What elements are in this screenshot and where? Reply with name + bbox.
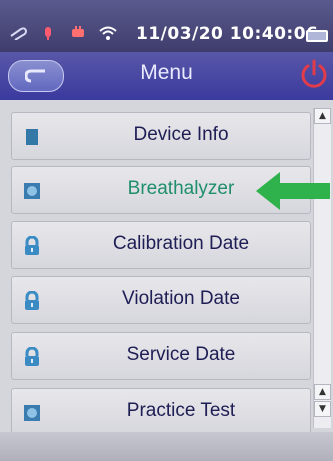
status-icons bbox=[8, 26, 118, 40]
status-bar: 11/03/20 10:40:06 bbox=[0, 0, 333, 52]
menu-item-service-date[interactable]: Service Date bbox=[11, 332, 311, 380]
menu-item-practice-test[interactable]: Practice Test bbox=[11, 388, 311, 436]
bottom-strip bbox=[0, 432, 333, 461]
menu-item-label: Calibration Date bbox=[112, 233, 250, 254]
scroll-down-button[interactable]: ▼ bbox=[314, 401, 331, 417]
scroll-up-button-lower[interactable]: ▲ bbox=[314, 384, 331, 400]
status-time: 11/03/20 10:40:06 bbox=[136, 24, 319, 44]
menu-item-label: Practice Test bbox=[126, 400, 236, 421]
menu-item-calibration-date[interactable]: Calibration Date bbox=[11, 221, 311, 269]
scroll-up-button[interactable]: ▲ bbox=[314, 108, 331, 124]
menu-item-label: Service Date bbox=[126, 344, 236, 365]
scrollbar[interactable]: ▲ ▲ ▼ bbox=[313, 108, 331, 428]
plug-icon bbox=[72, 26, 84, 37]
lock-icon bbox=[25, 236, 39, 255]
lock-icon bbox=[25, 347, 39, 366]
square-icon bbox=[26, 129, 38, 145]
menu-item-label: Device Info bbox=[133, 124, 229, 145]
page-title: Menu bbox=[140, 61, 193, 84]
power-icon[interactable] bbox=[297, 57, 331, 93]
battery-icon bbox=[306, 30, 328, 42]
title-bar: Menu bbox=[0, 52, 333, 100]
gauge-icon bbox=[24, 183, 40, 199]
lock-icon bbox=[25, 291, 39, 310]
menu-item-label: Violation Date bbox=[122, 288, 240, 309]
menu-item-device-info[interactable]: Device Info bbox=[11, 112, 311, 160]
wifi-icon bbox=[99, 26, 117, 40]
mic-icon bbox=[45, 27, 51, 40]
green-arrow-icon bbox=[256, 172, 330, 210]
paperclip-icon bbox=[10, 27, 28, 40]
menu-item-violation-date[interactable]: Violation Date bbox=[11, 276, 311, 324]
gauge-icon bbox=[24, 405, 40, 421]
